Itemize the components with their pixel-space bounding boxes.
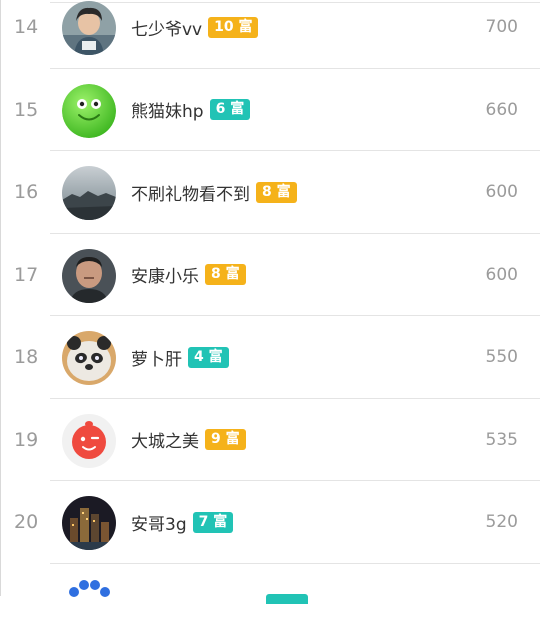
score-value: 660	[485, 99, 518, 120]
user-name: 安康小乐	[131, 267, 199, 288]
wealth-level-badge: 9 富	[205, 429, 246, 451]
ranking-row[interactable]: 18 萝卜肝 4 富 550	[0, 316, 540, 399]
ranking-row[interactable]: 19 大城之美 9 富 535	[0, 399, 540, 481]
avatar-photo-man	[62, 248, 116, 303]
avatar-photo-landscape	[62, 166, 116, 220]
ranking-list: 14 七少爷vv 10 富 700 15 熊猫妹hp 6 富 660 16 不刷…	[0, 0, 540, 564]
score-value: 600	[485, 264, 518, 285]
avatar[interactable]	[62, 413, 116, 468]
user-name: 不刷礼物看不到	[131, 184, 250, 205]
rank-number: 20	[14, 511, 39, 533]
wealth-level-badge: 6 富	[209, 99, 251, 121]
avatar-panda	[62, 331, 116, 385]
wealth-level-badge: 8 富	[256, 181, 297, 203]
avatar[interactable]	[62, 331, 116, 385]
avatar-red-face	[62, 413, 116, 468]
rank-number: 14	[14, 16, 39, 38]
score-value: 550	[485, 347, 518, 367]
avatar[interactable]	[62, 248, 116, 303]
score-value: 600	[485, 182, 518, 202]
avatar-photo-city	[62, 496, 116, 550]
user-name: 大城之美	[131, 432, 199, 453]
rank-number: 19	[14, 428, 39, 451]
rank-number: 16	[14, 181, 39, 203]
avatar-paw	[62, 578, 116, 632]
user-name: 萝卜肝	[131, 349, 182, 370]
wealth-level-badge: 7 富	[192, 511, 234, 533]
avatar[interactable]	[62, 1, 116, 55]
avatar[interactable]	[62, 496, 116, 550]
ranking-row[interactable]: 17 安康小乐 8 富 600	[0, 234, 540, 316]
avatar[interactable]	[62, 578, 116, 632]
score-value: 520	[485, 512, 518, 532]
rank-number: 15	[14, 98, 39, 121]
rank-number: 17	[14, 263, 39, 286]
score-value: 535	[485, 429, 518, 450]
avatar-green-smiley	[62, 83, 116, 138]
user-name: 熊猫妹hp	[131, 102, 204, 123]
avatar[interactable]	[62, 83, 116, 138]
rank-number: 18	[14, 346, 39, 368]
user-name: 安哥3g	[131, 514, 187, 535]
ranking-row[interactable]: 15 熊猫妹hp 6 富 660	[0, 69, 540, 151]
ranking-row[interactable]: 16 不刷礼物看不到 8 富 600	[0, 151, 540, 234]
ranking-row[interactable]: 20 安哥3g 7 富 520	[0, 481, 540, 564]
score-value: 700	[485, 17, 518, 37]
wealth-level-badge: 8 富	[205, 264, 246, 286]
wealth-level-badge: 10 富	[208, 16, 259, 38]
ranking-row-partial[interactable]	[0, 564, 540, 632]
ranking-row[interactable]: 14 七少爷vv 10 富 700	[0, 0, 540, 69]
avatar-photo-boy	[62, 1, 116, 55]
user-name: 七少爷vv	[131, 19, 203, 40]
wealth-level-badge: 4 富	[188, 346, 229, 368]
avatar[interactable]	[62, 166, 116, 220]
